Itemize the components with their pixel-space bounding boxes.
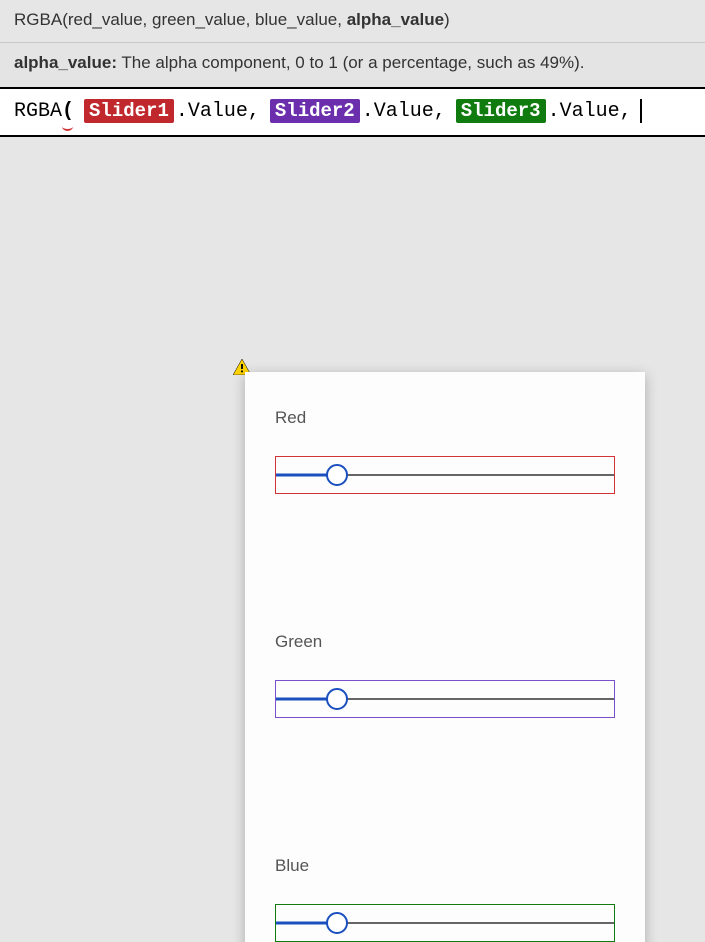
arg1-suffix: .Value (362, 100, 434, 123)
arg0-suffix: .Value (176, 100, 248, 123)
text-cursor (640, 99, 642, 123)
sig-param-0: red_value (68, 10, 143, 29)
sig-param-2: blue_value (255, 10, 337, 29)
desc-text: The alpha component, 0 to 1 (or a percen… (117, 53, 584, 72)
slider1[interactable] (275, 456, 615, 494)
slider2[interactable] (275, 680, 615, 718)
chip-slider1[interactable]: Slider1 (84, 99, 174, 123)
chip-slider3[interactable]: Slider3 (456, 99, 546, 123)
chip-slider2[interactable]: Slider2 (270, 99, 360, 123)
slider1-thumb[interactable] (326, 464, 348, 486)
slider-label-green: Green (275, 632, 615, 652)
formula-bar[interactable]: RGBA( Slider1.Value, Slider2.Value, Slid… (0, 89, 705, 137)
slider3-thumb[interactable] (326, 912, 348, 934)
trailing-comma: , (620, 100, 632, 123)
sig-param-1: green_value (152, 10, 246, 29)
formula-fn: RGBA (14, 100, 62, 123)
slider-group-blue: Blue (275, 856, 615, 942)
slider2-thumb[interactable] (326, 688, 348, 710)
slider-label-red: Red (275, 408, 615, 428)
preview-card[interactable]: Red Green Blue (245, 372, 645, 942)
slider-group-red: Red (275, 408, 615, 494)
sig-param-3-active: alpha_value (347, 10, 444, 29)
intellisense-signature: RGBA(red_value, green_value, blue_value,… (0, 0, 705, 43)
canvas-area[interactable]: Red Green Blue (0, 137, 705, 942)
slider3[interactable] (275, 904, 615, 942)
desc-param-name: alpha_value: (14, 53, 117, 72)
slider-group-green: Green (275, 632, 615, 718)
open-paren: ( (62, 100, 74, 123)
slider-label-blue: Blue (275, 856, 615, 876)
intellisense-description: alpha_value: The alpha component, 0 to 1… (0, 43, 705, 89)
arg2-suffix: .Value (548, 100, 620, 123)
signature-fn: RGBA (14, 10, 62, 29)
